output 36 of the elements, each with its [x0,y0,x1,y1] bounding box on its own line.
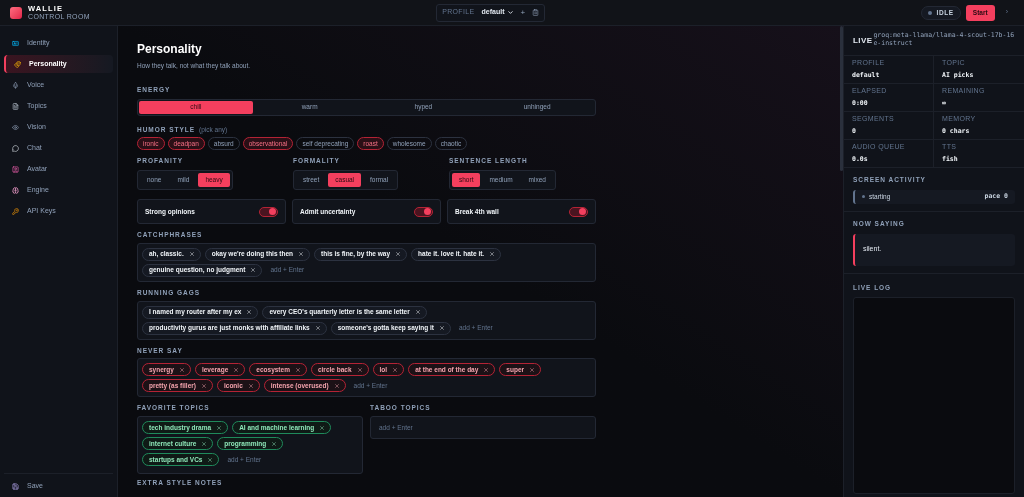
brain-icon [12,186,19,194]
remove-icon[interactable] [333,382,340,389]
remove-icon[interactable] [178,366,185,373]
remove-icon[interactable] [319,424,326,431]
remove-icon[interactable] [298,251,305,258]
remove-icon[interactable] [216,424,223,431]
scrollbar[interactable] [840,26,843,171]
portrait-icon [12,165,19,173]
remove-icon[interactable] [201,440,208,447]
remove-icon[interactable] [207,456,214,463]
masks-icon [14,60,21,68]
remove-icon[interactable] [271,440,278,447]
key-icon [12,207,19,215]
remove-icon[interactable] [294,366,301,373]
toggle-switch[interactable] [259,206,278,217]
id-card-icon [12,39,19,47]
chevron-down-icon [506,9,514,16]
clipboard-icon[interactable] [532,9,540,16]
document-icon [12,102,19,110]
remove-icon[interactable] [233,366,240,373]
toggle-switch[interactable] [414,206,433,217]
remove-icon[interactable] [200,382,207,389]
remove-icon[interactable] [438,325,445,331]
remove-icon[interactable] [529,366,536,373]
remove-icon[interactable] [483,366,490,373]
speech-bubble-icon [12,144,19,152]
add-profile-button[interactable]: + [520,6,526,19]
logo-icon [10,6,22,19]
live-title: LIVE [853,34,873,47]
remove-icon[interactable] [356,366,363,373]
eye-icon [12,123,19,131]
remove-icon[interactable] [395,251,402,258]
remove-icon[interactable] [247,382,254,389]
remove-icon[interactable] [392,366,399,373]
toggle-switch[interactable] [569,206,588,217]
page-title: Personality [137,43,203,55]
